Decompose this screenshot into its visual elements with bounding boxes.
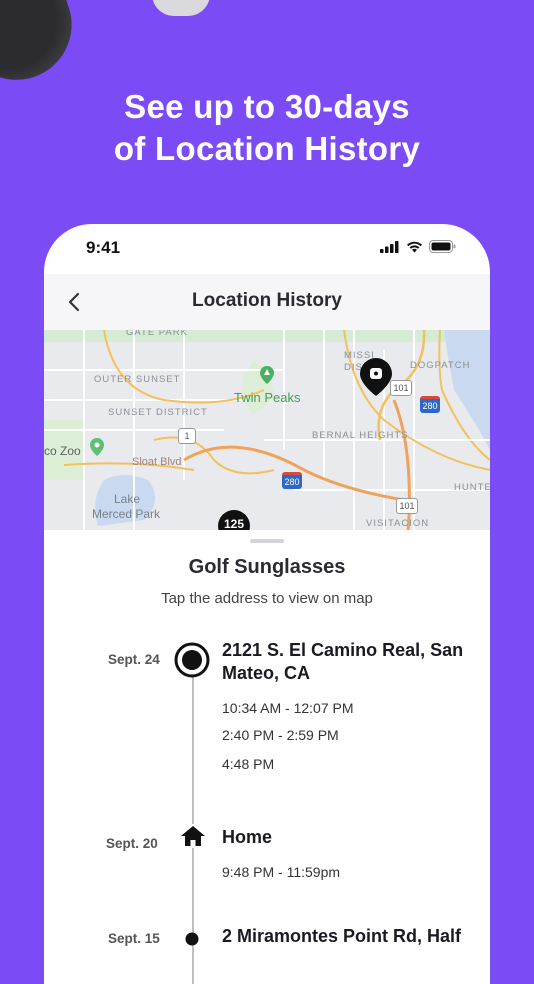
entry-title-line-1: 2121 S. El Camino Real, San [222,640,464,660]
headline-line-2: of Location History [113,130,421,167]
dot-icon [185,932,199,946]
current-location-icon [174,642,210,678]
page-title: Location History [192,290,342,311]
history-bottom-sheet: Golf Sunglasses Tap the address to view … [44,530,490,984]
highway-shield-280b: 280 [282,472,302,489]
map-label-gate-park: Gate Park [126,330,188,338]
sheet-grabber[interactable] [250,539,284,543]
entry-time-range: 4:48 PM [222,756,275,772]
map-label-sloat-blvd: Sloat Blvd [132,456,182,468]
zoo-pin-icon [90,438,104,456]
entry-title-line-1: 2 Miramontes Point Rd, Half [222,926,462,946]
map-label-bernal-heights: BERNAL HEIGHTS [312,430,409,441]
navigation-bar: Location History [44,274,490,330]
location-map[interactable]: Gate Park OUTER SUNSET SUNSET DISTRICT T… [44,330,490,534]
device-name: Golf Sunglasses [188,556,346,578]
highway-shield-1: 1 [178,428,196,444]
entry-title-line-2: Mateo, CA [222,663,311,683]
entry-address-link[interactable]: 2 Miramontes Point Rd, Half [222,925,472,948]
tracker-accessory-image [152,0,210,16]
status-time: 9:41 [86,238,121,257]
highway-shield-280a: 280 [420,396,440,413]
map-label-zoo: co Zoo [44,444,81,458]
promo-headline: See up to 30-days of Location History [0,86,534,170]
map-label-twin-peaks: Twin Peaks [234,390,301,405]
map-label-merced-park: Merced Park [92,507,161,521]
status-bar: 9:41 [44,224,490,272]
battery-icon [429,240,456,253]
entry-date: Sept. 24 [108,652,160,667]
sheet-hint: Tap the address to view on map [161,590,373,607]
status-icons [380,240,456,253]
entry-address-link[interactable]: 2121 S. El Camino Real, San Mateo, CA [222,639,472,685]
entry-time-range: 2:40 PM - 2:59 PM [222,727,339,743]
highway-shield-101a: 101 [390,380,412,396]
headline-line-1: See up to 30-days [124,88,410,125]
map-label-hunters: HUNTE [454,482,490,493]
entry-date: Sept. 20 [106,836,158,851]
highway-shield-101b: 101 [396,498,418,514]
map-label-visitacion: VISITACION [366,518,430,529]
entry-date: Sept. 15 [108,931,160,946]
tracker-device-image [0,0,86,95]
park-pin-icon [260,366,274,384]
device-location-pin-icon[interactable] [360,358,392,398]
phone-screen: 9:41 Location History GATE PARK OUTER SU… [44,224,490,984]
map-label-dogpatch: DOGPATCH [410,360,471,371]
map-label-outer-sunset: OUTER SUNSET [94,374,181,385]
entry-time-range: 9:48 PM - 11:59pm [222,864,341,880]
entry-title-line-1: Home [222,827,273,847]
cellular-signal-icon [380,240,399,253]
map-label-lake: Lake [114,492,141,506]
entry-address-link[interactable]: Home [222,826,472,849]
map-label-sunset-district: SUNSET DISTRICT [108,407,208,418]
home-icon [180,824,206,848]
wifi-icon [407,241,422,252]
entry-time-range: 10:34 AM - 12:07 PM [222,700,354,716]
